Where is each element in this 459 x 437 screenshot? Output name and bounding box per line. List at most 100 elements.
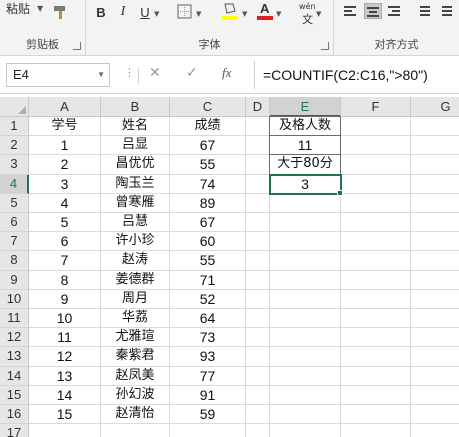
cell-b4[interactable]: 陶玉兰 xyxy=(101,174,170,194)
underline-button[interactable]: U xyxy=(138,2,152,22)
cell-b1[interactable]: 姓名 xyxy=(101,117,170,137)
select-all-button[interactable] xyxy=(0,97,29,117)
cell-b5[interactable]: 曾寒雁 xyxy=(101,193,170,213)
cell-d5[interactable] xyxy=(246,193,270,213)
cell-d14[interactable] xyxy=(246,366,270,386)
cell-a2[interactable]: 1 xyxy=(29,136,101,156)
bold-button[interactable]: B xyxy=(94,2,108,22)
row-header-11[interactable]: 11 xyxy=(0,309,29,329)
cell-a12[interactable]: 11 xyxy=(29,328,101,348)
row-header-8[interactable]: 8 xyxy=(0,251,29,271)
cell-f16[interactable] xyxy=(341,405,411,425)
underline-dropdown-caret[interactable]: ▼ xyxy=(154,10,159,18)
cell-g13[interactable] xyxy=(411,347,459,367)
cancel-icon[interactable]: ✕ xyxy=(149,65,161,81)
row-header-14[interactable]: 14 xyxy=(0,366,29,386)
cell-a10[interactable]: 9 xyxy=(29,289,101,309)
cell-c3[interactable]: 55 xyxy=(170,155,246,175)
cell-c13[interactable]: 93 xyxy=(170,347,246,367)
increase-indent-icon[interactable] xyxy=(436,3,454,19)
cell-a6[interactable]: 5 xyxy=(29,213,101,233)
cell-g8[interactable] xyxy=(411,251,459,271)
cell-a13[interactable]: 12 xyxy=(29,347,101,367)
cell-f8[interactable] xyxy=(341,251,411,271)
cell-c8[interactable]: 55 xyxy=(170,251,246,271)
formula-bar-grip-icon[interactable]: ⋮ xyxy=(124,66,135,79)
cell-d13[interactable] xyxy=(246,347,270,367)
cell-b11[interactable]: 华荔 xyxy=(101,309,170,329)
cell-d9[interactable] xyxy=(246,270,270,290)
cell-f4[interactable] xyxy=(341,174,411,194)
cell-e6[interactable] xyxy=(270,213,341,233)
paste-button[interactable]: 粘贴 xyxy=(6,0,30,17)
row-header-6[interactable]: 6 xyxy=(0,213,29,233)
cell-d11[interactable] xyxy=(246,309,270,329)
cell-e3[interactable]: 大于80分 xyxy=(269,154,341,175)
cell-g11[interactable] xyxy=(411,309,459,329)
cell-c6[interactable]: 67 xyxy=(170,213,246,233)
cell-e8[interactable] xyxy=(270,251,341,271)
fill-color-dropdown-caret[interactable]: ▼ xyxy=(242,10,247,18)
cell-d1[interactable] xyxy=(246,117,270,137)
cell-g16[interactable] xyxy=(411,405,459,425)
cell-b15[interactable]: 孙幻波 xyxy=(101,385,170,405)
fill-color-icon[interactable] xyxy=(221,1,239,21)
cell-g12[interactable] xyxy=(411,328,459,348)
cell-a5[interactable]: 4 xyxy=(29,193,101,213)
formula-input[interactable]: =COUNTIF(C2:C16,">80") xyxy=(254,61,459,89)
cell-e1[interactable]: 及格人数 xyxy=(269,116,341,137)
row-header-9[interactable]: 9 xyxy=(0,270,29,290)
cell-d7[interactable] xyxy=(246,232,270,252)
worksheet-grid[interactable]: A B C D E F G 1 2 3 4 5 6 7 8 9 10 11 12 13 14 15 16 17 学号 姓名 成绩 1 吕… xyxy=(0,97,459,437)
cell-c17[interactable] xyxy=(170,424,246,437)
cell-c15[interactable]: 91 xyxy=(170,385,246,405)
phonetic-dropdown-caret[interactable]: ▼ xyxy=(316,10,321,18)
cell-e17[interactable] xyxy=(270,424,341,437)
cell-b14[interactable]: 赵凤美 xyxy=(101,366,170,386)
clipboard-launcher-icon[interactable] xyxy=(73,42,81,50)
name-box[interactable]: E4 ▼ xyxy=(6,63,110,87)
cell-e10[interactable] xyxy=(270,289,341,309)
fill-handle[interactable] xyxy=(337,189,343,196)
cell-d15[interactable] xyxy=(246,385,270,405)
row-header-15[interactable]: 15 xyxy=(0,385,29,405)
cell-c7[interactable]: 60 xyxy=(170,232,246,252)
insert-function-button[interactable]: fx xyxy=(222,65,231,81)
cell-f11[interactable] xyxy=(341,309,411,329)
cell-c1[interactable]: 成绩 xyxy=(170,117,246,137)
column-header-d[interactable]: D xyxy=(246,97,270,117)
cell-f1[interactable] xyxy=(341,117,411,137)
cell-d4[interactable] xyxy=(246,174,270,194)
enter-icon[interactable]: ✓ xyxy=(186,65,198,81)
cell-d17[interactable] xyxy=(246,424,270,437)
cell-c12[interactable]: 73 xyxy=(170,328,246,348)
font-launcher-icon[interactable] xyxy=(321,42,329,50)
cell-a14[interactable]: 13 xyxy=(29,366,101,386)
cell-b9[interactable]: 姜德群 xyxy=(101,270,170,290)
cell-a4[interactable]: 3 xyxy=(29,174,101,194)
cell-f13[interactable] xyxy=(341,347,411,367)
column-header-b[interactable]: B xyxy=(101,97,170,117)
cell-b13[interactable]: 秦紫君 xyxy=(101,347,170,367)
row-header-13[interactable]: 13 xyxy=(0,347,29,367)
cell-g9[interactable] xyxy=(411,271,459,290)
cell-c2[interactable]: 67 xyxy=(170,136,246,156)
cell-a7[interactable]: 6 xyxy=(29,232,101,252)
row-header-10[interactable]: 10 xyxy=(0,289,29,309)
cell-e15[interactable] xyxy=(270,385,341,405)
cell-a1[interactable]: 学号 xyxy=(29,117,101,137)
cell-e7[interactable] xyxy=(270,232,341,252)
paste-dropdown-caret[interactable]: ▼ xyxy=(37,4,43,13)
cell-e9[interactable] xyxy=(270,270,341,290)
align-right-icon[interactable] xyxy=(386,3,404,19)
cell-g10[interactable] xyxy=(411,290,459,309)
cell-g3[interactable] xyxy=(411,155,459,175)
cell-b10[interactable]: 周月 xyxy=(101,289,170,309)
row-header-4[interactable]: 4 xyxy=(0,174,29,194)
cell-f14[interactable] xyxy=(341,366,411,386)
cell-f15[interactable] xyxy=(341,385,411,405)
cell-b12[interactable]: 尤雅瑄 xyxy=(101,328,170,348)
cell-f2[interactable] xyxy=(341,136,411,156)
cell-f9[interactable] xyxy=(341,270,411,290)
name-box-dropdown-icon[interactable]: ▼ xyxy=(97,64,105,86)
